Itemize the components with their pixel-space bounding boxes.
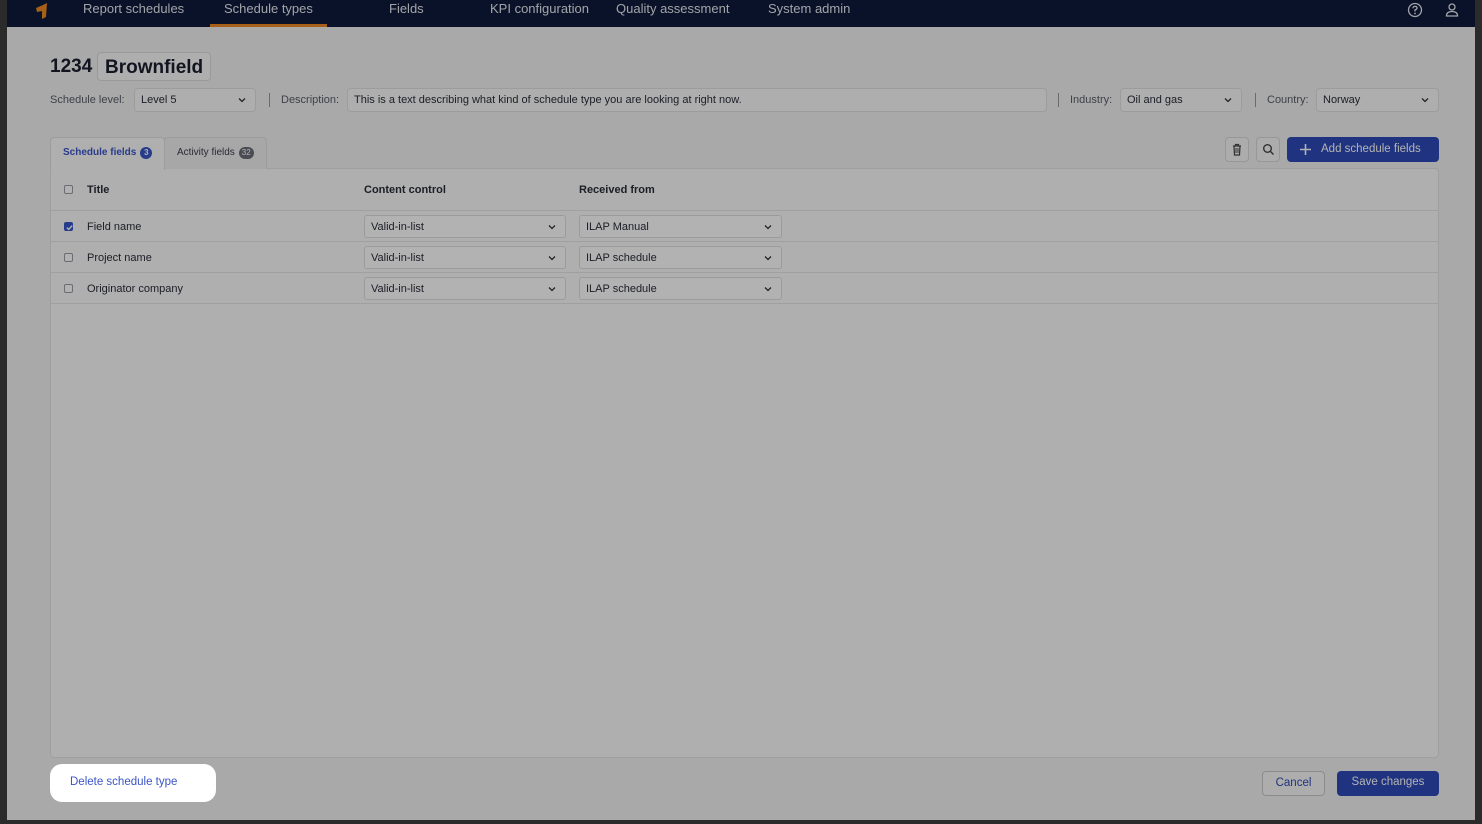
received-from-value: ILAP Manual bbox=[586, 221, 649, 233]
fields-panel: Title Content control Received from Fiel… bbox=[50, 168, 1439, 758]
nav-item-fields[interactable]: Fields bbox=[389, 1, 424, 16]
table-row[interactable]: Project name Valid-in-list ILAP schedule bbox=[51, 242, 1438, 273]
row-checkbox[interactable] bbox=[64, 253, 73, 262]
column-header-title[interactable]: Title bbox=[87, 184, 109, 196]
received-from-select[interactable]: ILAP schedule bbox=[579, 277, 782, 300]
row-checkbox[interactable] bbox=[64, 284, 73, 293]
chevron-down-icon bbox=[1224, 98, 1232, 103]
industry-select[interactable]: Oil and gas bbox=[1120, 88, 1242, 112]
search-icon bbox=[1263, 144, 1275, 156]
content-control-select[interactable]: Valid-in-list bbox=[364, 246, 566, 269]
nav-item-system-admin[interactable]: System admin bbox=[768, 1, 850, 16]
nav-item-report-schedules[interactable]: Report schedules bbox=[83, 1, 184, 16]
top-nav: Report schedules Schedule types Fields K… bbox=[7, 0, 1475, 27]
nav-item-schedule-types[interactable]: Schedule types bbox=[210, 1, 327, 27]
chevron-down-icon bbox=[548, 256, 556, 261]
count-badge: 3 bbox=[140, 147, 153, 159]
add-schedule-fields-label: Add schedule fields bbox=[1321, 143, 1421, 155]
chevron-down-icon bbox=[1421, 98, 1429, 103]
content-control-select[interactable]: Valid-in-list bbox=[364, 277, 566, 300]
divider bbox=[269, 93, 270, 107]
schedule-level-value: Level 5 bbox=[141, 94, 177, 106]
chevron-down-icon bbox=[548, 225, 556, 230]
content-control-value: Valid-in-list bbox=[371, 252, 424, 264]
chevron-down-icon bbox=[548, 287, 556, 292]
row-title: Field name bbox=[87, 221, 142, 233]
select-all-checkbox[interactable] bbox=[64, 185, 73, 194]
tab-schedule-fields[interactable]: Schedule fields 3 bbox=[50, 137, 166, 170]
column-header-content-control[interactable]: Content control bbox=[364, 184, 446, 196]
table-header: Title Content control Received from bbox=[51, 169, 1438, 211]
help-icon[interactable] bbox=[1407, 2, 1423, 18]
chevron-down-icon bbox=[764, 256, 772, 261]
schedule-level-select[interactable]: Level 5 bbox=[134, 88, 256, 112]
add-schedule-fields-button[interactable]: Add schedule fields bbox=[1287, 137, 1439, 162]
schedule-type-id: 1234 bbox=[50, 56, 93, 77]
row-title: Originator company bbox=[87, 283, 183, 295]
industry-label: Industry: bbox=[1070, 94, 1113, 106]
description-label: Description: bbox=[281, 94, 340, 106]
checkmark-icon bbox=[66, 225, 73, 231]
tab-label: Schedule fields bbox=[63, 147, 137, 158]
chevron-down-icon bbox=[764, 225, 772, 230]
tab-activity-fields[interactable]: Activity fields 32 bbox=[164, 137, 267, 169]
search-button[interactable] bbox=[1256, 137, 1280, 162]
content-control-value: Valid-in-list bbox=[371, 221, 424, 233]
country-label: Country: bbox=[1267, 94, 1309, 106]
tab-label: Activity fields bbox=[177, 147, 235, 158]
received-from-value: ILAP schedule bbox=[586, 283, 657, 295]
row-checkbox[interactable] bbox=[64, 222, 73, 231]
save-changes-button[interactable]: Save changes bbox=[1337, 771, 1439, 796]
app-frame: Report schedules Schedule types Fields K… bbox=[7, 0, 1475, 820]
nav-item-quality-assessment[interactable]: Quality assessment bbox=[616, 1, 729, 16]
schedule-level-label: Schedule level: bbox=[50, 94, 125, 106]
cancel-button[interactable]: Cancel bbox=[1262, 771, 1325, 796]
country-select[interactable]: Norway bbox=[1316, 88, 1439, 112]
received-from-select[interactable]: ILAP schedule bbox=[579, 246, 782, 269]
divider bbox=[1255, 93, 1256, 107]
table-row[interactable]: Field name Valid-in-list ILAP Manual bbox=[51, 211, 1438, 242]
received-from-value: ILAP schedule bbox=[586, 252, 657, 264]
divider bbox=[1058, 93, 1059, 107]
schedule-type-name-input[interactable]: Brownfield bbox=[97, 52, 212, 81]
delete-button[interactable] bbox=[1225, 137, 1249, 162]
description-value: This is a text describing what kind of s… bbox=[354, 94, 742, 106]
nav-item-kpi-configuration[interactable]: KPI configuration bbox=[490, 1, 589, 16]
industry-value: Oil and gas bbox=[1127, 94, 1183, 106]
count-badge: 32 bbox=[238, 147, 254, 159]
delete-schedule-type-button[interactable]: Delete schedule type bbox=[50, 764, 216, 802]
chevron-down-icon bbox=[238, 98, 246, 103]
user-icon[interactable] bbox=[1444, 2, 1460, 18]
description-input[interactable]: This is a text describing what kind of s… bbox=[347, 88, 1047, 112]
received-from-select[interactable]: ILAP Manual bbox=[579, 215, 782, 238]
chevron-down-icon bbox=[764, 287, 772, 292]
trash-icon bbox=[1233, 143, 1241, 156]
column-header-received-from[interactable]: Received from bbox=[579, 184, 655, 196]
row-title: Project name bbox=[87, 252, 152, 264]
plus-icon bbox=[1300, 144, 1311, 155]
country-value: Norway bbox=[1323, 94, 1361, 106]
table-row[interactable]: Originator company Valid-in-list ILAP sc… bbox=[51, 273, 1438, 304]
content-control-value: Valid-in-list bbox=[371, 283, 424, 295]
app-logo-icon[interactable] bbox=[34, 2, 48, 20]
content-control-select[interactable]: Valid-in-list bbox=[364, 215, 566, 238]
